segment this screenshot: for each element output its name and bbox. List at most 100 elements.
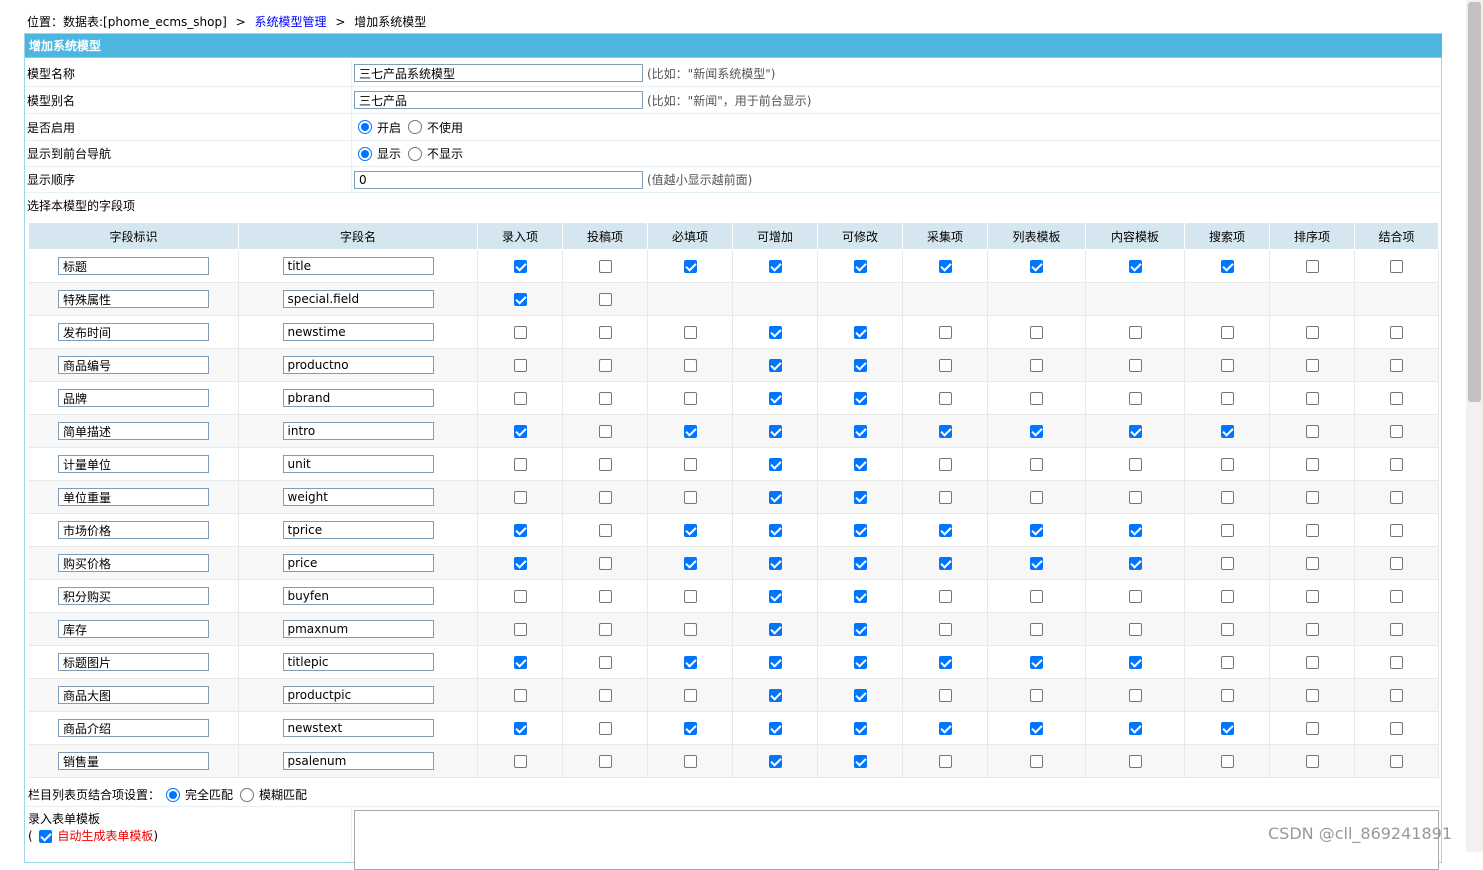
field-label-input[interactable] xyxy=(58,554,209,572)
option-checkbox[interactable] xyxy=(1030,425,1043,438)
field-name-input[interactable] xyxy=(282,422,434,440)
option-checkbox[interactable] xyxy=(853,359,867,372)
option-checkbox[interactable] xyxy=(1030,722,1043,735)
combine-exact-radio[interactable] xyxy=(166,787,181,802)
option-checkbox[interactable] xyxy=(1128,260,1142,273)
option-checkbox[interactable] xyxy=(853,458,867,471)
option-checkbox[interactable] xyxy=(1305,722,1319,735)
option-checkbox[interactable] xyxy=(853,392,867,405)
option-checkbox[interactable] xyxy=(1305,392,1319,405)
option-checkbox[interactable] xyxy=(1305,623,1319,636)
show-nav-off-radio[interactable] xyxy=(408,146,423,161)
field-name-input[interactable] xyxy=(282,455,434,473)
option-checkbox[interactable] xyxy=(1390,392,1403,405)
option-checkbox[interactable] xyxy=(768,623,782,636)
option-checkbox[interactable] xyxy=(513,557,527,570)
option-checkbox[interactable] xyxy=(1390,425,1403,438)
option-checkbox[interactable] xyxy=(1030,392,1043,405)
option-checkbox[interactable] xyxy=(513,590,527,603)
option-checkbox[interactable] xyxy=(1305,689,1319,702)
option-checkbox[interactable] xyxy=(938,359,952,372)
field-name-input[interactable] xyxy=(282,554,434,572)
option-checkbox[interactable] xyxy=(598,623,612,636)
option-checkbox[interactable] xyxy=(598,656,612,669)
option-checkbox[interactable] xyxy=(768,425,782,438)
option-checkbox[interactable] xyxy=(1390,755,1403,768)
order-input[interactable] xyxy=(354,170,643,189)
option-checkbox[interactable] xyxy=(1305,425,1319,438)
field-label-input[interactable] xyxy=(58,455,209,473)
option-checkbox[interactable] xyxy=(1220,392,1234,405)
option-checkbox[interactable] xyxy=(1305,656,1319,669)
option-checkbox[interactable] xyxy=(853,722,867,735)
option-checkbox[interactable] xyxy=(1128,458,1142,471)
field-label-input[interactable] xyxy=(58,653,209,671)
option-checkbox[interactable] xyxy=(1128,392,1142,405)
option-checkbox[interactable] xyxy=(1220,557,1234,570)
option-checkbox[interactable] xyxy=(598,425,612,438)
field-label-input[interactable] xyxy=(58,686,209,704)
option-checkbox[interactable] xyxy=(768,656,782,669)
option-checkbox[interactable] xyxy=(598,293,612,306)
option-checkbox[interactable] xyxy=(938,425,952,438)
option-checkbox[interactable] xyxy=(1220,359,1234,372)
option-checkbox[interactable] xyxy=(1390,458,1403,471)
option-checkbox[interactable] xyxy=(598,722,612,735)
option-checkbox[interactable] xyxy=(1390,326,1403,339)
option-checkbox[interactable] xyxy=(513,359,527,372)
option-checkbox[interactable] xyxy=(683,557,697,570)
option-checkbox[interactable] xyxy=(1390,557,1403,570)
option-checkbox[interactable] xyxy=(1390,722,1403,735)
option-checkbox[interactable] xyxy=(1030,359,1043,372)
option-checkbox[interactable] xyxy=(1030,689,1043,702)
field-label-input[interactable] xyxy=(58,587,209,605)
option-checkbox[interactable] xyxy=(1390,491,1403,504)
option-checkbox[interactable] xyxy=(598,557,612,570)
option-checkbox[interactable] xyxy=(853,590,867,603)
option-checkbox[interactable] xyxy=(1030,656,1043,669)
option-checkbox[interactable] xyxy=(853,260,867,273)
option-checkbox[interactable] xyxy=(1220,491,1234,504)
field-name-input[interactable] xyxy=(282,686,434,704)
option-checkbox[interactable] xyxy=(513,392,527,405)
option-checkbox[interactable] xyxy=(768,392,782,405)
field-label-input[interactable] xyxy=(58,323,209,341)
option-checkbox[interactable] xyxy=(513,755,527,768)
page-scrollbar[interactable] xyxy=(1466,0,1483,852)
field-label-input[interactable] xyxy=(58,422,209,440)
option-checkbox[interactable] xyxy=(598,491,612,504)
option-checkbox[interactable] xyxy=(938,623,952,636)
option-checkbox[interactable] xyxy=(1220,755,1234,768)
option-checkbox[interactable] xyxy=(1128,623,1142,636)
option-checkbox[interactable] xyxy=(1305,491,1319,504)
option-checkbox[interactable] xyxy=(1128,425,1142,438)
option-checkbox[interactable] xyxy=(1220,623,1234,636)
option-checkbox[interactable] xyxy=(1390,656,1403,669)
option-checkbox[interactable] xyxy=(1220,590,1234,603)
option-checkbox[interactable] xyxy=(1030,524,1043,537)
option-checkbox[interactable] xyxy=(683,722,697,735)
option-checkbox[interactable] xyxy=(853,524,867,537)
option-checkbox[interactable] xyxy=(1128,557,1142,570)
field-name-input[interactable] xyxy=(282,521,434,539)
option-checkbox[interactable] xyxy=(1220,689,1234,702)
option-checkbox[interactable] xyxy=(1220,524,1234,537)
field-name-input[interactable] xyxy=(282,389,434,407)
option-checkbox[interactable] xyxy=(1030,458,1043,471)
field-label-input[interactable] xyxy=(58,488,209,506)
field-name-input[interactable] xyxy=(282,620,434,638)
option-checkbox[interactable] xyxy=(1030,623,1043,636)
field-label-input[interactable] xyxy=(58,356,209,374)
option-checkbox[interactable] xyxy=(938,689,952,702)
option-checkbox[interactable] xyxy=(598,326,612,339)
option-checkbox[interactable] xyxy=(1305,359,1319,372)
field-name-input[interactable] xyxy=(282,356,434,374)
option-checkbox[interactable] xyxy=(683,326,697,339)
enabled-on-radio[interactable] xyxy=(358,120,372,134)
option-checkbox[interactable] xyxy=(938,458,952,471)
field-label-input[interactable] xyxy=(58,752,209,770)
option-checkbox[interactable] xyxy=(768,557,782,570)
option-checkbox[interactable] xyxy=(1030,557,1043,570)
option-checkbox[interactable] xyxy=(1128,722,1142,735)
option-checkbox[interactable] xyxy=(938,491,952,504)
